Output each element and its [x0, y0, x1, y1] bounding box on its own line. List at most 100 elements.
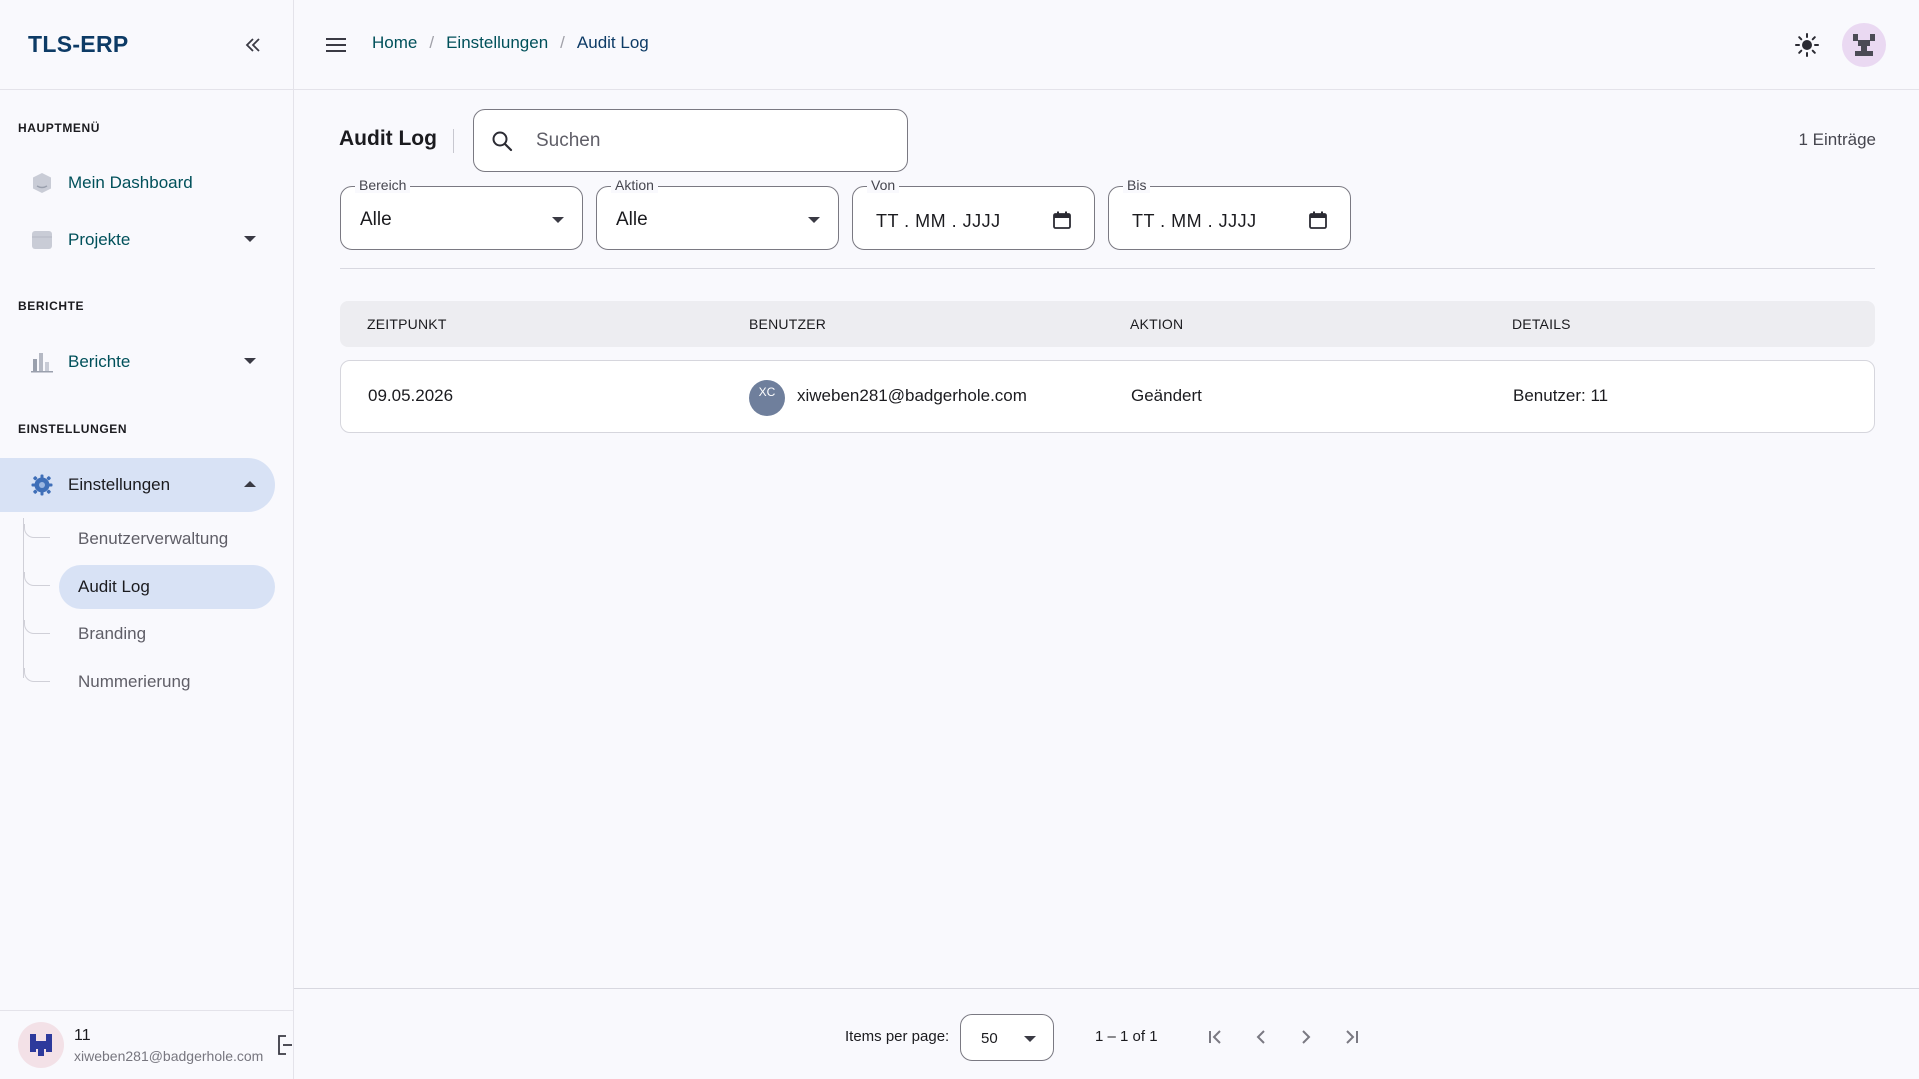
chevron-down-icon — [244, 358, 256, 364]
filter-value: Alle — [360, 209, 392, 230]
top-bar: Home / Einstellungen / Audit Log — [294, 0, 1919, 90]
user-avatar-icon — [30, 1034, 52, 1056]
table-row[interactable]: 09.05.2026 XC xiweben281@badgerhole.com … — [340, 360, 1875, 433]
menu-button[interactable] — [324, 33, 348, 57]
folder-icon — [30, 228, 54, 252]
column-header-aktion[interactable]: AKTION — [1130, 316, 1183, 332]
filter-aktion-select[interactable]: Aktion Alle — [596, 177, 839, 250]
section-title-reports: BERICHTE — [18, 299, 85, 313]
sidebar-item-einstellungen[interactable]: Einstellungen — [0, 458, 275, 512]
bar-chart-icon — [30, 350, 54, 374]
sun-icon — [1795, 33, 1819, 57]
filter-von-datepicker[interactable]: Von TT . MM . JJJJ — [852, 177, 1095, 250]
column-header-details[interactable]: DETAILS — [1512, 316, 1571, 332]
previous-page-button[interactable] — [1239, 1015, 1283, 1059]
calendar-icon[interactable] — [1052, 210, 1072, 230]
title-divider — [453, 129, 454, 153]
user-avatar-icon — [1853, 34, 1875, 56]
brand-bar: TLS-ERP — [0, 0, 293, 90]
breadcrumb-einstellungen[interactable]: Einstellungen — [446, 33, 548, 53]
tree-connector — [24, 668, 50, 682]
breadcrumb-audit-log[interactable]: Audit Log — [577, 33, 649, 53]
dashboard-icon — [30, 171, 54, 195]
collapse-sidebar-button[interactable] — [238, 30, 268, 60]
paginator: Items per page: 50 1 – 1 of 1 — [294, 988, 1919, 1079]
double-chevron-left-icon — [245, 38, 260, 52]
hamburger-icon — [326, 38, 346, 52]
sidebar-item-label: Einstellungen — [68, 475, 171, 494]
section-title-settings: EINSTELLUNGEN — [18, 422, 128, 436]
section-title-main: HAUPTMENÜ — [18, 121, 101, 135]
tree-connector — [24, 620, 50, 634]
sidebar-item-dashboard[interactable]: Mein Dashboard — [0, 156, 275, 210]
app-logo[interactable]: TLS-ERP — [28, 31, 129, 58]
filter-bis-datepicker[interactable]: Bis TT . MM . JJJJ — [1108, 177, 1351, 250]
breadcrumb-home[interactable]: Home — [372, 33, 417, 53]
items-per-page-label: Items per page: — [845, 1028, 950, 1045]
page-range-label: 1 – 1 of 1 — [1095, 1028, 1158, 1045]
sidebar-item-berichte[interactable]: Berichte — [0, 335, 275, 389]
breadcrumb-separator: / — [429, 33, 435, 52]
chevron-down-icon — [244, 236, 256, 242]
sidebar: TLS-ERP HAUPTMENÜ Mein Dashboard Projekt… — [0, 0, 294, 1079]
cell-aktion: Geändert — [1131, 386, 1202, 405]
sidebar-subitem-branding[interactable]: Branding — [59, 612, 275, 656]
next-page-button[interactable] — [1284, 1015, 1328, 1059]
filter-label: Bis — [1123, 177, 1151, 193]
user-name: 11 — [74, 1026, 91, 1044]
account-avatar[interactable] — [1842, 23, 1886, 67]
sidebar-item-projekte[interactable]: Projekte — [0, 213, 275, 267]
sidebar-item-label: Mein Dashboard — [68, 173, 193, 192]
tree-connector — [24, 524, 50, 538]
chevron-left-icon — [1256, 1030, 1265, 1044]
first-page-button[interactable] — [1194, 1015, 1238, 1059]
sidebar-subitem-benutzerverwaltung[interactable]: Benutzerverwaltung — [59, 517, 275, 561]
filter-bereich-select[interactable]: Bereich Alle — [340, 177, 583, 250]
calendar-icon[interactable] — [1308, 210, 1328, 230]
breadcrumb-separator: / — [560, 33, 565, 52]
items-per-page-select[interactable]: 50 — [960, 1014, 1054, 1061]
last-page-button[interactable] — [1329, 1015, 1373, 1059]
last-page-icon — [1346, 1030, 1358, 1044]
filter-label: Aktion — [611, 177, 658, 193]
user-panel: 11 xiweben281@badgerhole.com — [0, 1010, 294, 1079]
chevron-right-icon — [1302, 1030, 1311, 1044]
tree-connector — [24, 572, 50, 586]
dropdown-arrow-icon — [1024, 1036, 1036, 1042]
logout-button[interactable] — [276, 1033, 296, 1059]
cell-zeitpunkt: 09.05.2026 — [368, 386, 454, 405]
items-per-page-value: 50 — [981, 1030, 998, 1047]
avatar: XC — [749, 380, 785, 416]
entries-count: 1 Einträge — [1798, 130, 1877, 149]
search-icon — [492, 131, 513, 151]
chevron-up-icon — [244, 481, 256, 487]
date-placeholder: TT . MM . JJJJ — [876, 211, 1001, 231]
cell-details: Benutzer: 11 — [1513, 386, 1609, 405]
sidebar-item-label: Berichte — [68, 352, 131, 371]
page-title: Audit Log — [339, 127, 437, 150]
divider — [340, 268, 1875, 269]
dropdown-arrow-icon — [552, 217, 564, 223]
breadcrumb: Home / Einstellungen / Audit Log — [372, 33, 649, 53]
table-header: ZEITPUNKT BENUTZER AKTION DETAILS — [340, 301, 1875, 347]
sidebar-subitem-nummerierung[interactable]: Nummerierung — [59, 660, 275, 704]
user-email: xiweben281@badgerhole.com — [74, 1047, 264, 1064]
filter-value: Alle — [616, 209, 648, 230]
filter-label: Bereich — [355, 177, 411, 193]
filter-label: Von — [867, 177, 900, 193]
column-header-zeitpunkt[interactable]: ZEITPUNKT — [367, 316, 447, 332]
dropdown-arrow-icon — [808, 217, 820, 223]
avatar[interactable] — [18, 1022, 64, 1068]
cell-benutzer: xiweben281@badgerhole.com — [797, 386, 1027, 405]
logout-icon — [278, 1035, 292, 1055]
sidebar-subitem-audit-log[interactable]: Audit Log — [59, 565, 275, 609]
search-field[interactable] — [473, 109, 908, 172]
gear-icon — [30, 473, 54, 497]
sidebar-item-label: Projekte — [68, 230, 131, 249]
first-page-icon — [1209, 1030, 1221, 1044]
date-placeholder: TT . MM . JJJJ — [1132, 211, 1257, 231]
column-header-benutzer[interactable]: BENUTZER — [749, 316, 826, 332]
submenu-tree-line — [23, 518, 25, 678]
theme-toggle-button[interactable] — [1792, 30, 1822, 60]
search-input[interactable] — [536, 129, 876, 152]
